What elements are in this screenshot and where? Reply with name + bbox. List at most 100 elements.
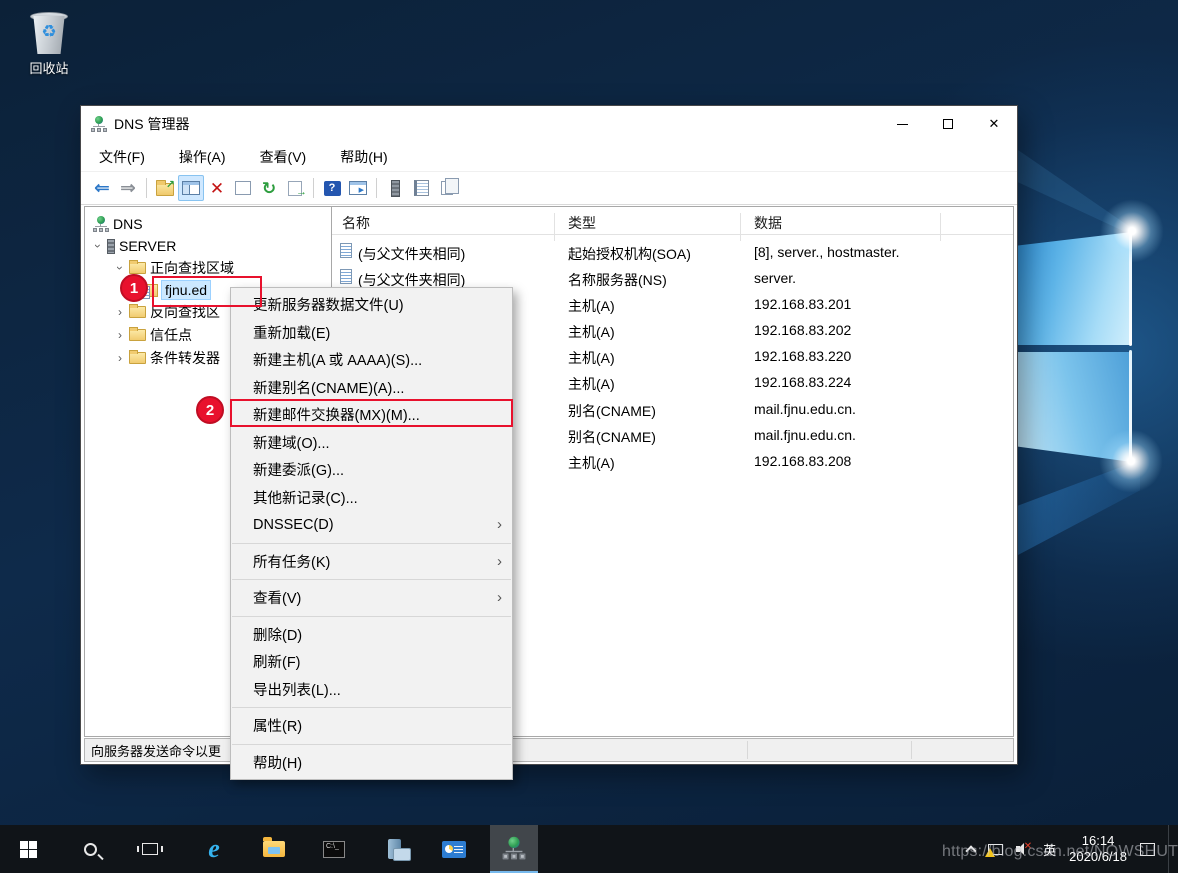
menu-item-properties[interactable]: 属性(R): [231, 712, 512, 740]
menu-bar: 文件(F) 操作(A) 查看(V) 帮助(H): [81, 142, 1017, 172]
new-window-icon: [349, 181, 367, 195]
context-menu: 更新服务器数据文件(U) 重新加载(E) 新建主机(A 或 AAAA)(S)..…: [230, 287, 513, 780]
dns-manager-window: DNS 管理器 ✕ 文件(F) 操作(A) 查看(V) 帮助(H) ⇐ ⇒ ↗ …: [80, 105, 1018, 765]
close-button[interactable]: ✕: [971, 106, 1017, 142]
menu-item-new-delegation[interactable]: 新建委派(G)...: [231, 456, 512, 484]
menu-separator: [232, 707, 511, 708]
column-separator[interactable]: [740, 213, 741, 241]
menu-item-delete[interactable]: 删除(D): [231, 621, 512, 649]
help-button[interactable]: ?: [319, 175, 345, 201]
task-view-button[interactable]: [126, 825, 174, 873]
menu-action[interactable]: 操作(A): [175, 145, 230, 169]
chevron-expanded-icon[interactable]: ›: [113, 263, 127, 273]
menu-file[interactable]: 文件(F): [95, 145, 149, 169]
folder-icon: [129, 262, 146, 274]
window-title: DNS 管理器: [114, 114, 879, 134]
toolbar-separator: [376, 178, 377, 198]
copy-button[interactable]: [434, 175, 460, 201]
new-window-button[interactable]: [345, 175, 371, 201]
refresh-button[interactable]: ↻: [256, 175, 282, 201]
tree-item-conditional-forwarders[interactable]: › 条件转发器: [115, 347, 220, 369]
menu-item-refresh[interactable]: 刷新(F): [231, 648, 512, 676]
annotation-step-2: 2: [196, 396, 224, 424]
menu-item-new-alias-cname[interactable]: 新建别名(CNAME)(A)...: [231, 374, 512, 402]
chevron-collapsed-icon[interactable]: ›: [115, 351, 125, 365]
task-view-icon: [142, 843, 158, 855]
recycle-bin[interactable]: ♻ 回收站: [18, 10, 80, 77]
back-button[interactable]: ⇐: [89, 175, 115, 201]
title-bar[interactable]: DNS 管理器 ✕: [81, 106, 1017, 142]
file-explorer-button[interactable]: [250, 825, 298, 873]
tree-item-dns-root[interactable]: DNS: [89, 213, 143, 235]
submenu-arrow-icon: ›: [497, 589, 502, 606]
menu-item-view[interactable]: 查看(V)›: [231, 584, 512, 612]
menu-view[interactable]: 查看(V): [256, 145, 311, 169]
menu-item-help[interactable]: 帮助(H): [231, 749, 512, 777]
menu-item-all-tasks[interactable]: 所有任务(K)›: [231, 548, 512, 576]
maximize-button[interactable]: [925, 106, 971, 142]
desktop: ♻ 回收站 DNS 管理器 ✕ 文件(F) 操作(A) 查看(V) 帮助(H) …: [0, 0, 1178, 873]
server-status-button[interactable]: [382, 175, 408, 201]
search-button[interactable]: [66, 825, 114, 873]
record-list-icon: [414, 180, 429, 196]
menu-item-other-new-records[interactable]: 其他新记录(C)...: [231, 484, 512, 512]
list-header: 名称 类型 数据: [332, 207, 1013, 235]
export-list-button[interactable]: [282, 175, 308, 201]
menu-item-dnssec[interactable]: DNSSEC(D)›: [231, 511, 512, 539]
dns-manager-taskbar-button[interactable]: [490, 825, 538, 873]
column-separator[interactable]: [940, 213, 941, 241]
column-header-type[interactable]: 类型: [568, 213, 596, 233]
status-separator: [911, 741, 912, 759]
show-console-tree-button[interactable]: [178, 175, 204, 201]
minimize-button[interactable]: [879, 106, 925, 142]
back-icon: ⇐: [94, 179, 110, 198]
copy-icon: [441, 181, 453, 195]
chevron-collapsed-icon[interactable]: ›: [115, 328, 125, 342]
status-separator: [747, 741, 748, 759]
server-icon: [107, 239, 115, 254]
tree-item-server[interactable]: › SERVER: [93, 235, 176, 257]
annotation-box-zone: [152, 276, 262, 307]
command-prompt-button[interactable]: C:\_: [310, 825, 358, 873]
menu-separator: [232, 579, 511, 580]
tree-label: DNS: [113, 216, 143, 232]
submenu-arrow-icon: ›: [497, 553, 502, 570]
maximize-icon: [943, 119, 953, 129]
refresh-icon: ↻: [262, 180, 276, 197]
tree-label: 条件转发器: [150, 348, 220, 368]
menu-item-export-list[interactable]: 导出列表(L)...: [231, 676, 512, 704]
menu-item-new-domain[interactable]: 新建域(O)...: [231, 429, 512, 457]
delete-button[interactable]: ✕: [204, 175, 230, 201]
column-header-name[interactable]: 名称: [342, 213, 370, 233]
column-separator[interactable]: [554, 213, 555, 241]
recycle-symbol-icon: ♻: [29, 23, 69, 40]
menu-help[interactable]: 帮助(H): [336, 145, 391, 169]
chevron-expanded-icon[interactable]: ›: [91, 241, 105, 251]
recycle-bin-icon: ♻: [29, 10, 69, 56]
command-prompt-icon: C:\_: [323, 841, 345, 858]
start-button[interactable]: [4, 825, 52, 873]
show-console-tree-icon: [182, 181, 200, 195]
menu-item-reload[interactable]: 重新加载(E): [231, 319, 512, 347]
status-bar: 向服务器发送命令以更: [84, 738, 1014, 762]
menu-item-update-server-data-files[interactable]: 更新服务器数据文件(U): [231, 291, 512, 319]
chevron-collapsed-icon[interactable]: ›: [115, 305, 125, 319]
properties-button[interactable]: [230, 175, 256, 201]
up-one-level-button[interactable]: ↗: [152, 175, 178, 201]
properties-icon: [235, 181, 251, 195]
submenu-arrow-icon: ›: [497, 516, 502, 533]
minimize-icon: [897, 124, 908, 125]
wallpaper-glow: [1100, 199, 1164, 263]
dns-root-icon: [93, 216, 109, 232]
record-row[interactable]: (与父文件夹相同) 起始授权机构(SOA) [8], server., host…: [332, 239, 1013, 265]
record-list-button[interactable]: [408, 175, 434, 201]
annotation-box-mx-item: [230, 399, 513, 427]
forward-button[interactable]: ⇒: [115, 175, 141, 201]
menu-item-new-host[interactable]: 新建主机(A 或 AAAA)(S)...: [231, 346, 512, 374]
column-header-data[interactable]: 数据: [754, 213, 782, 233]
server-manager-button[interactable]: [370, 825, 418, 873]
tree-item-trust-points[interactable]: › 信任点: [115, 324, 192, 346]
internet-explorer-button[interactable]: e: [190, 825, 238, 873]
management-console-button[interactable]: [430, 825, 478, 873]
search-icon: [84, 843, 97, 856]
